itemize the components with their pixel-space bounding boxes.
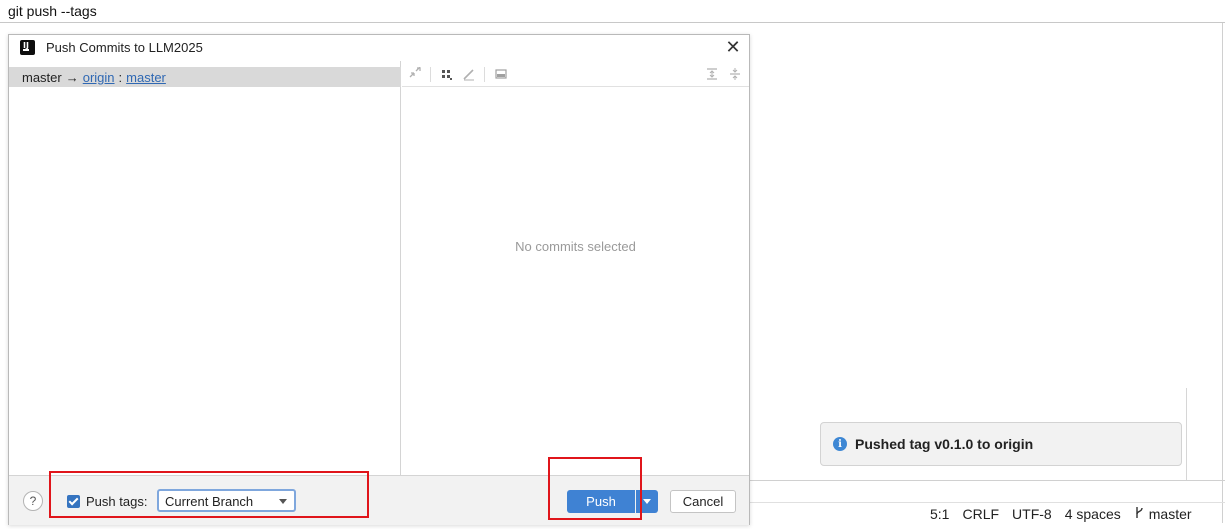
arrow-icon: → xyxy=(65,69,79,85)
expand-all-icon[interactable] xyxy=(705,67,719,81)
divider xyxy=(0,22,1225,23)
file-encoding[interactable]: UTF-8 xyxy=(1012,506,1052,522)
expand-icon[interactable] xyxy=(408,66,422,81)
cancel-button[interactable]: Cancel xyxy=(670,490,736,513)
branch-widget[interactable]: master xyxy=(1134,506,1192,522)
page: git push --tags i Pushed tag v0.1.0 to o… xyxy=(0,0,1225,529)
empty-state-message: No commits selected xyxy=(515,239,636,254)
scrollbar-track[interactable] xyxy=(1186,388,1187,480)
divider xyxy=(1222,23,1223,523)
divider xyxy=(750,480,1225,481)
branch-name: master xyxy=(1148,506,1192,522)
highlight-box-push-tags xyxy=(49,471,369,518)
line-ending[interactable]: CRLF xyxy=(962,506,999,522)
notification-balloon[interactable]: i Pushed tag v0.1.0 to origin xyxy=(820,422,1182,466)
help-button[interactable]: ? xyxy=(23,491,43,511)
intellij-idea-icon: IJ xyxy=(20,40,35,55)
group-by-icon[interactable] xyxy=(440,67,454,81)
toolbar-separator xyxy=(484,67,485,82)
details-toolbar xyxy=(402,61,749,87)
separator: : xyxy=(118,69,123,85)
remote-link[interactable]: origin xyxy=(83,70,115,85)
push-commits-dialog: IJ Push Commits to LLM2025 ✕ master → or… xyxy=(8,34,750,525)
toolbar-separator xyxy=(430,67,431,82)
git-branch-icon xyxy=(1136,507,1143,518)
command-text: git push --tags xyxy=(8,3,97,19)
highlight-box-push-button xyxy=(548,457,642,520)
divider xyxy=(750,502,1225,503)
info-icon: i xyxy=(833,437,847,451)
remote-branch-link[interactable]: master xyxy=(126,70,166,85)
close-icon[interactable]: ✕ xyxy=(723,37,743,57)
caret-position[interactable]: 5:1 xyxy=(930,506,949,522)
local-branch: master xyxy=(22,69,62,85)
dialog-title-bar[interactable]: IJ Push Commits to LLM2025 ✕ xyxy=(9,35,749,61)
preview-icon[interactable] xyxy=(494,67,508,81)
status-bar: 5:1 CRLF UTF-8 4 spaces master xyxy=(930,505,1192,523)
edit-icon[interactable] xyxy=(462,67,476,81)
commit-details-pane: No commits selected xyxy=(402,61,749,475)
notification-text: Pushed tag v0.1.0 to origin xyxy=(855,436,1034,452)
indent-setting[interactable]: 4 spaces xyxy=(1065,506,1121,522)
collapse-all-icon[interactable] xyxy=(728,67,742,81)
branch-row[interactable]: master → origin : master xyxy=(9,67,401,87)
branch-tree-pane: master → origin : master xyxy=(9,61,401,475)
dialog-title: Push Commits to LLM2025 xyxy=(46,40,203,55)
